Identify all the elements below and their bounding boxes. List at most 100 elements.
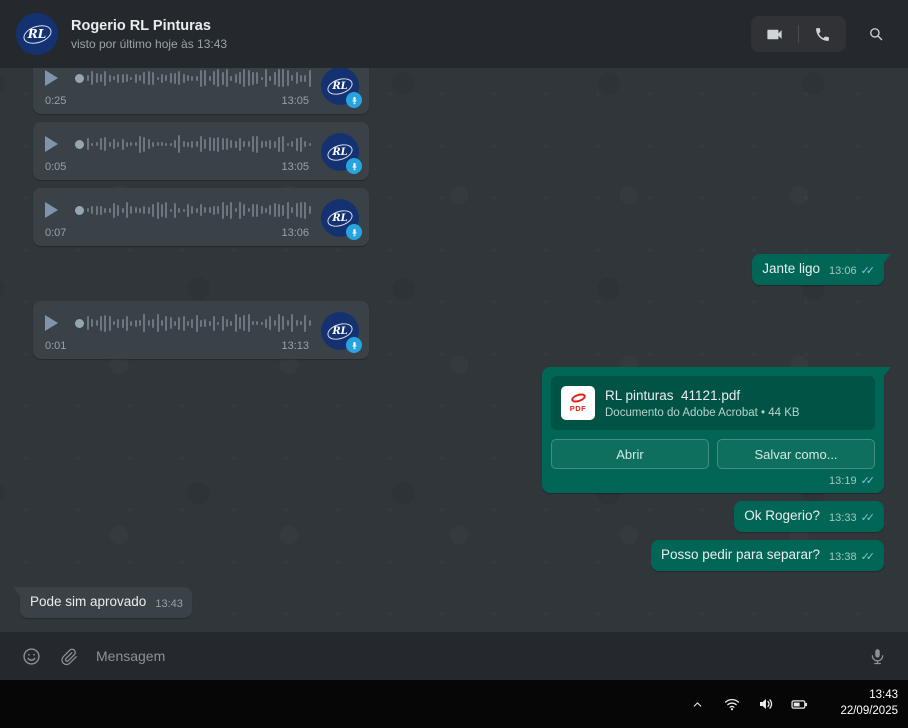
voice-track: 0:05 13:05 [75,131,311,173]
contact-logo: RL [28,27,46,41]
outgoing-message-bubble[interactable]: Jante ligo 13:06 ✓✓ [752,254,884,285]
voice-duration: 0:05 [45,161,66,173]
document-filename: RL pinturas 41121.pdf [605,388,800,403]
chat-header[interactable]: RL Rogerio RL Pinturas visto por último … [0,0,908,68]
mic-badge-icon [346,92,362,108]
outgoing-message-bubble[interactable]: Posso pedir para separar? 13:38 ✓✓ [651,540,884,571]
voice-waveform[interactable] [87,131,311,157]
mic-badge-icon [346,337,362,353]
emoji-button[interactable] [14,639,48,673]
open-button[interactable]: Abrir [551,439,709,469]
composer [0,632,908,680]
battery-button[interactable] [787,691,812,717]
wifi-button[interactable] [719,691,744,717]
attach-button[interactable] [52,639,86,673]
battery-icon [791,696,808,713]
message-text: Jante ligo [762,260,820,278]
sender-avatar[interactable]: RL [321,312,359,350]
voice-scrubber[interactable] [75,74,84,83]
message-text: Posso pedir para separar? [661,546,820,564]
spacer [0,579,908,587]
voice-duration: 0:07 [45,227,66,239]
mic-badge-icon [346,224,362,240]
voice-duration: 0:01 [45,340,66,352]
header-actions [751,16,893,52]
voice-scrubber[interactable] [75,206,84,215]
read-ticks-icon: ✓✓ [861,551,875,563]
message-time: 13:06 [829,265,857,277]
play-icon [45,202,58,218]
voice-duration: 0:25 [45,95,66,107]
contact-info[interactable]: Rogerio RL Pinturas visto por último hoj… [71,18,751,51]
play-button[interactable] [45,136,67,152]
sender-logo: RL [332,147,347,158]
message-time: 13:06 [281,227,309,239]
taskbar-time: 13:43 [840,688,898,704]
taskbar: 13:43 22/09/2025 [0,680,908,728]
voice-call-button[interactable] [799,16,846,52]
play-button[interactable] [45,70,67,86]
paperclip-icon [60,647,79,666]
pdf-icon: PDF [561,386,595,420]
sender-avatar[interactable]: RL [321,133,359,171]
message-time: 13:05 [281,161,309,173]
volume-button[interactable] [753,691,778,717]
call-button-group [751,16,846,52]
play-icon [45,70,58,86]
sender-avatar[interactable]: RL [321,199,359,237]
message-time: 13:38 [829,551,857,563]
sender-logo: RL [332,213,347,224]
document-meta: Documento do Adobe Acrobat • 44 KB [605,407,800,419]
acrobat-logo-icon [570,391,587,403]
contact-status: visto por último hoje às 13:43 [71,37,751,51]
taskbar-clock[interactable]: 13:43 22/09/2025 [840,688,898,719]
voice-waveform[interactable] [87,68,311,91]
tray-expand-button[interactable] [685,691,710,717]
voice-message-bubble: 0:07 13:06 RL [33,188,369,246]
search-button[interactable] [859,16,893,52]
contact-avatar[interactable]: RL [16,13,58,55]
read-ticks-icon: ✓✓ [861,265,875,277]
voice-waveform[interactable] [87,197,311,223]
voice-scrubber[interactable] [75,140,84,149]
phone-icon [814,26,831,43]
sender-avatar[interactable]: RL [321,68,359,105]
emoji-icon [21,646,42,667]
outgoing-message-bubble[interactable]: Ok Rogerio? 13:33✓✓ [734,501,884,532]
mic-icon [868,647,887,666]
video-call-button[interactable] [751,16,798,52]
voice-scrubber[interactable] [75,319,84,328]
sender-logo: RL [332,81,347,92]
chat-area[interactable]: 0:25 13:05 RL 0:05 13:0 [0,68,908,632]
save-as-button[interactable]: Salvar como... [717,439,875,469]
read-ticks-icon: ✓✓ [861,512,875,524]
message-text: Pode sim aprovado [30,593,146,611]
voice-waveform[interactable] [87,310,311,336]
message-meta: 13:33✓✓ [829,511,875,524]
message-time: 13:05 [281,95,309,107]
system-tray [685,691,812,717]
mic-button[interactable] [860,639,894,673]
document-message-bubble: PDF RL pinturas 41121.pdf Documento do A… [542,367,884,493]
document-file-row[interactable]: PDF RL pinturas 41121.pdf Documento do A… [551,376,875,430]
spacer [0,293,908,301]
mic-badge-icon [346,158,362,174]
video-camera-icon [765,25,784,44]
taskbar-date: 22/09/2025 [840,704,898,720]
pdf-label: PDF [570,404,587,413]
wifi-icon [724,696,740,712]
message-meta: 13:38 ✓✓ [829,550,875,563]
voice-track: 0:07 13:06 [75,197,311,239]
message-time: 13:19 [829,475,857,487]
chevron-up-icon [691,698,704,711]
message-meta: 13:19✓✓ [551,474,875,487]
voice-track: 0:25 13:05 [75,68,311,107]
play-button[interactable] [45,202,67,218]
message-time: 13:13 [281,340,309,352]
speaker-icon [758,696,774,712]
message-meta: 13:06 ✓✓ [829,264,875,277]
message-input[interactable] [96,648,856,664]
play-button[interactable] [45,315,67,331]
voice-message-bubble: 0:05 13:05 RL [33,122,369,180]
incoming-message-bubble[interactable]: Pode sim aprovado 13:43 [20,587,192,618]
